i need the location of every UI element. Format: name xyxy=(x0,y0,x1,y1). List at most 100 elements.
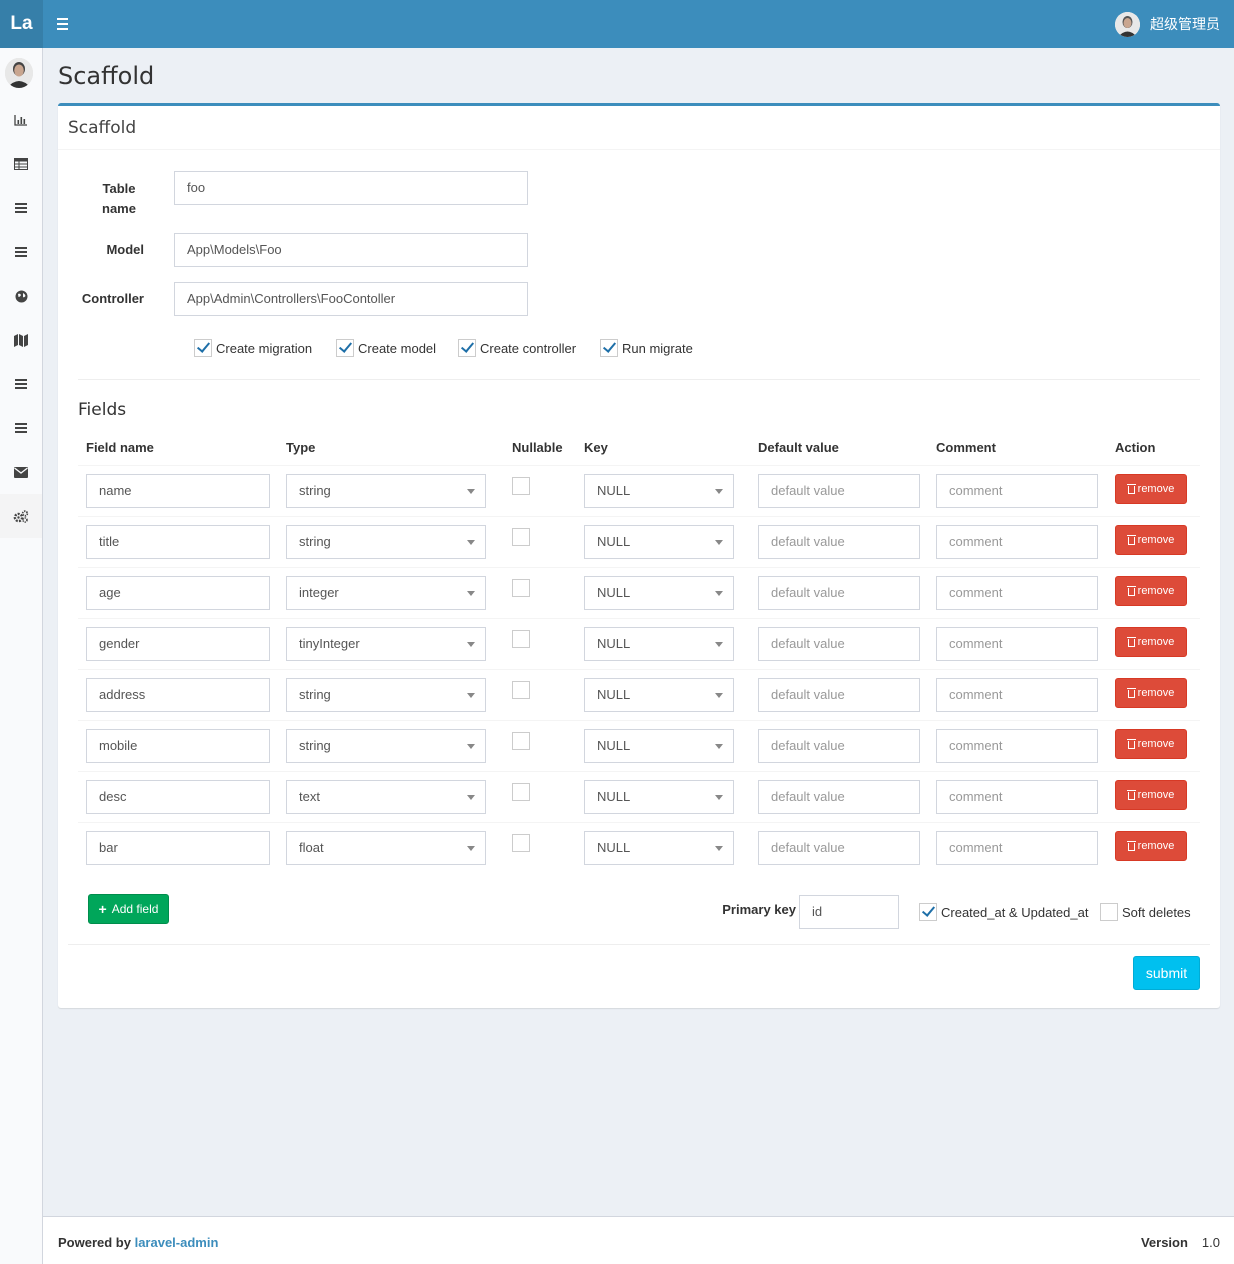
default-value-input[interactable]: default value xyxy=(758,831,920,865)
remove-field-button[interactable]: remove xyxy=(1115,678,1187,708)
field-type-select[interactable]: tinyInteger xyxy=(286,627,486,661)
sidebar-toggle-icon[interactable] xyxy=(55,15,71,33)
remove-field-button[interactable]: remove xyxy=(1115,627,1187,657)
sidebar-item-list-2[interactable] xyxy=(0,230,42,274)
remove-field-button[interactable]: remove xyxy=(1115,780,1187,810)
checkbox[interactable] xyxy=(1100,903,1118,921)
soft-deletes-checkbox[interactable]: Soft deletes xyxy=(1100,903,1191,921)
default-value-input[interactable]: default value xyxy=(758,729,920,763)
field-key-select[interactable]: NULL xyxy=(584,729,734,763)
field-name-input[interactable]: name xyxy=(86,474,270,508)
field-name-input[interactable]: address xyxy=(86,678,270,712)
field-name-input[interactable]: title xyxy=(86,525,270,559)
nullable-checkbox[interactable] xyxy=(512,630,530,648)
envelope-icon xyxy=(14,466,28,478)
bar-chart-icon xyxy=(14,115,27,126)
field-key-select[interactable]: NULL xyxy=(584,831,734,865)
create-migration-checkbox[interactable]: Create migration xyxy=(194,339,312,357)
nullable-checkbox[interactable] xyxy=(512,477,530,495)
table-row: desc text NULL default value comment remove xyxy=(78,771,1200,822)
checkbox[interactable] xyxy=(194,339,212,357)
model-label: Model xyxy=(106,242,144,257)
comment-input[interactable]: comment xyxy=(936,729,1098,763)
field-name-input[interactable]: gender xyxy=(86,627,270,661)
field-type-select[interactable]: string xyxy=(286,525,486,559)
run-migrate-checkbox[interactable]: Run migrate xyxy=(600,339,693,357)
sidebar-item-table[interactable] xyxy=(0,142,42,186)
create-model-checkbox[interactable]: Create model xyxy=(336,339,436,357)
default-value-input[interactable]: default value xyxy=(758,474,920,508)
field-type-select[interactable]: string xyxy=(286,729,486,763)
field-type-select[interactable]: string xyxy=(286,474,486,508)
user-menu[interactable]: 超级管理员 xyxy=(1115,11,1220,37)
comment-input[interactable]: comment xyxy=(936,525,1098,559)
field-type-select[interactable]: text xyxy=(286,780,486,814)
create-controller-checkbox[interactable]: Create controller xyxy=(458,339,576,357)
sidebar-item-list-4[interactable] xyxy=(0,406,42,450)
table-name-input[interactable]: foo xyxy=(174,171,528,205)
checkbox[interactable] xyxy=(600,339,618,357)
sidebar-item-globe[interactable] xyxy=(0,274,42,318)
nullable-checkbox[interactable] xyxy=(512,681,530,699)
sidebar-item-map[interactable] xyxy=(0,318,42,362)
column-header-nullable: Nullable xyxy=(512,440,563,455)
field-name-input[interactable]: mobile xyxy=(86,729,270,763)
comment-input[interactable]: comment xyxy=(936,576,1098,610)
remove-field-button[interactable]: remove xyxy=(1115,729,1187,759)
comment-input[interactable]: comment xyxy=(936,831,1098,865)
page-footer: Powered by laravel-admin Version 1.0 xyxy=(43,1216,1234,1264)
field-key-select[interactable]: NULL xyxy=(584,678,734,712)
nullable-checkbox[interactable] xyxy=(512,732,530,750)
sidebar-item-list-3[interactable] xyxy=(0,362,42,406)
remove-field-button[interactable]: remove xyxy=(1115,576,1187,606)
default-value-input[interactable]: default value xyxy=(758,780,920,814)
nullable-checkbox[interactable] xyxy=(512,579,530,597)
primary-key-input[interactable]: id xyxy=(799,895,899,929)
comment-input[interactable]: comment xyxy=(936,678,1098,712)
field-key-select[interactable]: NULL xyxy=(584,576,734,610)
remove-field-button[interactable]: remove xyxy=(1115,525,1187,555)
checkbox[interactable] xyxy=(919,903,937,921)
table-row: address string NULL default value comment rem… xyxy=(78,669,1200,720)
timestamps-checkbox[interactable]: Created_at & Updated_at xyxy=(919,903,1088,921)
logo[interactable]: La xyxy=(0,0,43,48)
sidebar-item-list-1[interactable] xyxy=(0,186,42,230)
model-input[interactable]: App\Models\Foo xyxy=(174,233,528,267)
comment-input[interactable]: comment xyxy=(936,627,1098,661)
column-header-action: Action xyxy=(1115,440,1156,455)
nullable-checkbox[interactable] xyxy=(512,783,530,801)
field-key-select[interactable]: NULL xyxy=(584,780,734,814)
default-value-input[interactable]: default value xyxy=(758,678,920,712)
sidebar-item-mail[interactable] xyxy=(0,450,42,494)
field-type-select[interactable]: float xyxy=(286,831,486,865)
checkbox[interactable] xyxy=(336,339,354,357)
trash-icon xyxy=(1126,739,1136,749)
field-key-select[interactable]: NULL xyxy=(584,474,734,508)
nullable-checkbox[interactable] xyxy=(512,528,530,546)
column-header-default-value: Default value xyxy=(758,440,839,455)
field-key-select[interactable]: NULL xyxy=(584,525,734,559)
nullable-checkbox[interactable] xyxy=(512,834,530,852)
panel-title: Scaffold xyxy=(68,118,137,138)
sidebar-item-dashboard[interactable] xyxy=(0,98,42,142)
comment-input[interactable]: comment xyxy=(936,474,1098,508)
remove-field-button[interactable]: remove xyxy=(1115,474,1187,504)
field-name-input[interactable]: desc xyxy=(86,780,270,814)
field-type-select[interactable]: string xyxy=(286,678,486,712)
laravel-admin-link[interactable]: laravel-admin xyxy=(135,1235,219,1250)
checkbox[interactable] xyxy=(458,339,476,357)
default-value-input[interactable]: default value xyxy=(758,627,920,661)
field-name-input[interactable]: bar xyxy=(86,831,270,865)
controller-label: Controller xyxy=(81,291,144,306)
add-field-button[interactable]: + Add field xyxy=(88,894,169,924)
field-type-select[interactable]: integer xyxy=(286,576,486,610)
remove-field-button[interactable]: remove xyxy=(1115,831,1187,861)
controller-input[interactable]: App\Admin\Controllers\FooContoller xyxy=(174,282,528,316)
default-value-input[interactable]: default value xyxy=(758,576,920,610)
field-name-input[interactable]: age xyxy=(86,576,270,610)
comment-input[interactable]: comment xyxy=(936,780,1098,814)
field-key-select[interactable]: NULL xyxy=(584,627,734,661)
default-value-input[interactable]: default value xyxy=(758,525,920,559)
submit-button[interactable]: submit xyxy=(1133,956,1200,990)
sidebar-item-helpers[interactable] xyxy=(0,494,42,538)
